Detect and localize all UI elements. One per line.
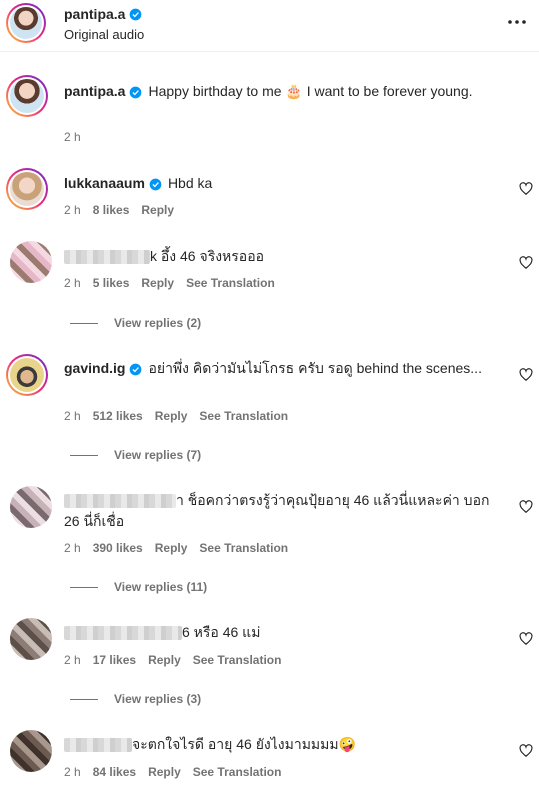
comment-meta: 2 h 512 likes Reply See Translation (64, 409, 288, 423)
view-replies-label[interactable]: View replies (2) (114, 316, 201, 330)
see-translation-button[interactable]: See Translation (186, 276, 275, 290)
commenter-username[interactable]: gavind.ig (64, 360, 125, 376)
comment-time: 2 h (64, 409, 81, 423)
comment-meta: 2 h 5 likes Reply See Translation (64, 276, 275, 290)
commenter-avatar[interactable] (6, 168, 48, 210)
comment-likes[interactable]: 8 likes (93, 203, 130, 217)
blurred-username (64, 626, 182, 641)
reply-button[interactable]: Reply (148, 653, 181, 667)
author-username[interactable]: pantipa.a (64, 6, 125, 22)
commenter-avatar[interactable] (10, 730, 52, 772)
commenter-avatar[interactable] (10, 486, 52, 528)
verified-badge-icon (149, 178, 162, 191)
author-avatar[interactable] (6, 3, 46, 43)
caption-meta: 2 h (64, 130, 81, 144)
comment-likes[interactable]: 84 likes (93, 765, 136, 779)
caption-text: Happy birthday to me 🎂 I want to be fore… (148, 83, 473, 99)
comment-meta: 2 h 8 likes Reply (64, 203, 174, 217)
comment-time: 2 h (64, 541, 81, 555)
blurred-username (64, 250, 150, 265)
comment-likes[interactable]: 17 likes (93, 653, 136, 667)
heart-outline-icon[interactable] (519, 368, 533, 382)
comment-meta: 2 h 84 likes Reply See Translation (64, 765, 281, 779)
comment-body: lukkanaaum Hbd ka (64, 173, 499, 194)
view-replies-line (70, 454, 98, 456)
author-name-row[interactable]: pantipa.a (64, 6, 142, 22)
comment-text: อย่าพึ่ง คิดว่ามันไม่โกรธ ครับ รอดู behi… (148, 360, 482, 376)
verified-badge-icon (130, 363, 142, 376)
view-replies-line (70, 322, 98, 324)
comment-time: 2 h (64, 653, 81, 667)
comment-text: Hbd ka (167, 175, 213, 191)
comment-text: จะตกใจไรดี อายุ 46 ยังไงมามมมม🤪 (132, 736, 357, 752)
view-replies-label[interactable]: View replies (11) (114, 580, 207, 594)
reply-button[interactable]: Reply (141, 276, 174, 290)
commenter-avatar[interactable] (10, 618, 52, 660)
caption-username[interactable]: pantipa.a (64, 83, 125, 99)
comment-body: gavind.ig อย่าพึ่ง คิดว่ามันไม่โกรธ ครับ … (64, 358, 499, 379)
comment-likes[interactable]: 512 likes (93, 409, 143, 423)
heart-outline-icon[interactable] (519, 182, 533, 196)
heart-outline-icon[interactable] (519, 256, 533, 270)
see-translation-button[interactable]: See Translation (199, 541, 288, 555)
verified-badge-icon (130, 86, 142, 99)
heart-outline-icon[interactable] (519, 744, 533, 758)
comment-likes[interactable]: 390 likes (93, 541, 143, 555)
more-options-icon[interactable] (505, 10, 529, 34)
view-replies-line (70, 586, 98, 588)
commenter-avatar[interactable] (6, 354, 48, 396)
view-replies-button[interactable]: View replies (11) (70, 580, 207, 594)
see-translation-button[interactable]: See Translation (193, 765, 282, 779)
view-replies-button[interactable]: View replies (2) (70, 316, 201, 330)
comment-body: k อึ้ง 46 จริงหรอออ (64, 246, 499, 267)
view-replies-label[interactable]: View replies (7) (114, 448, 201, 462)
caption-time: 2 h (64, 130, 81, 144)
comment-body: จะตกใจไรดี อายุ 46 ยังไงมามมมม🤪 (64, 734, 499, 755)
commenter-avatar[interactable] (10, 241, 52, 283)
heart-outline-icon[interactable] (519, 500, 533, 514)
comment-time: 2 h (64, 276, 81, 290)
reply-button[interactable]: Reply (155, 541, 188, 555)
comment-text: 6 หรือ 46 แม่ (182, 624, 261, 640)
blurred-username (64, 494, 176, 509)
verified-badge-icon (130, 8, 142, 20)
comment-time: 2 h (64, 765, 81, 779)
blurred-username (64, 738, 132, 753)
view-replies-button[interactable]: View replies (7) (70, 448, 201, 462)
caption-body: pantipa.a Happy birthday to me 🎂 I want t… (64, 81, 499, 102)
comment-text: k อึ้ง 46 จริงหรอออ (150, 248, 265, 264)
comment-likes[interactable]: 5 likes (93, 276, 130, 290)
view-replies-label[interactable]: View replies (3) (114, 692, 201, 706)
comment-meta: 2 h 17 likes Reply See Translation (64, 653, 281, 667)
author-avatar[interactable] (6, 75, 48, 117)
heart-outline-icon[interactable] (519, 632, 533, 646)
comment-meta: 2 h 390 likes Reply See Translation (64, 541, 288, 555)
view-replies-button[interactable]: View replies (3) (70, 692, 201, 706)
post-header: pantipa.a Original audio (0, 0, 539, 52)
commenter-username[interactable]: lukkanaaum (64, 175, 145, 191)
reply-button[interactable]: Reply (148, 765, 181, 779)
reply-button[interactable]: Reply (141, 203, 174, 217)
comment-time: 2 h (64, 203, 81, 217)
reply-button[interactable]: Reply (155, 409, 188, 423)
see-translation-button[interactable]: See Translation (193, 653, 282, 667)
audio-label[interactable]: Original audio (64, 27, 144, 42)
comment-body: 6 หรือ 46 แม่ (64, 622, 499, 643)
view-replies-line (70, 698, 98, 700)
see-translation-button[interactable]: See Translation (199, 409, 288, 423)
comment-body: า ช็อคกว่าตรงรู้ว่าคุณปุ้ยอายุ 46 แล้วนี… (64, 490, 499, 532)
